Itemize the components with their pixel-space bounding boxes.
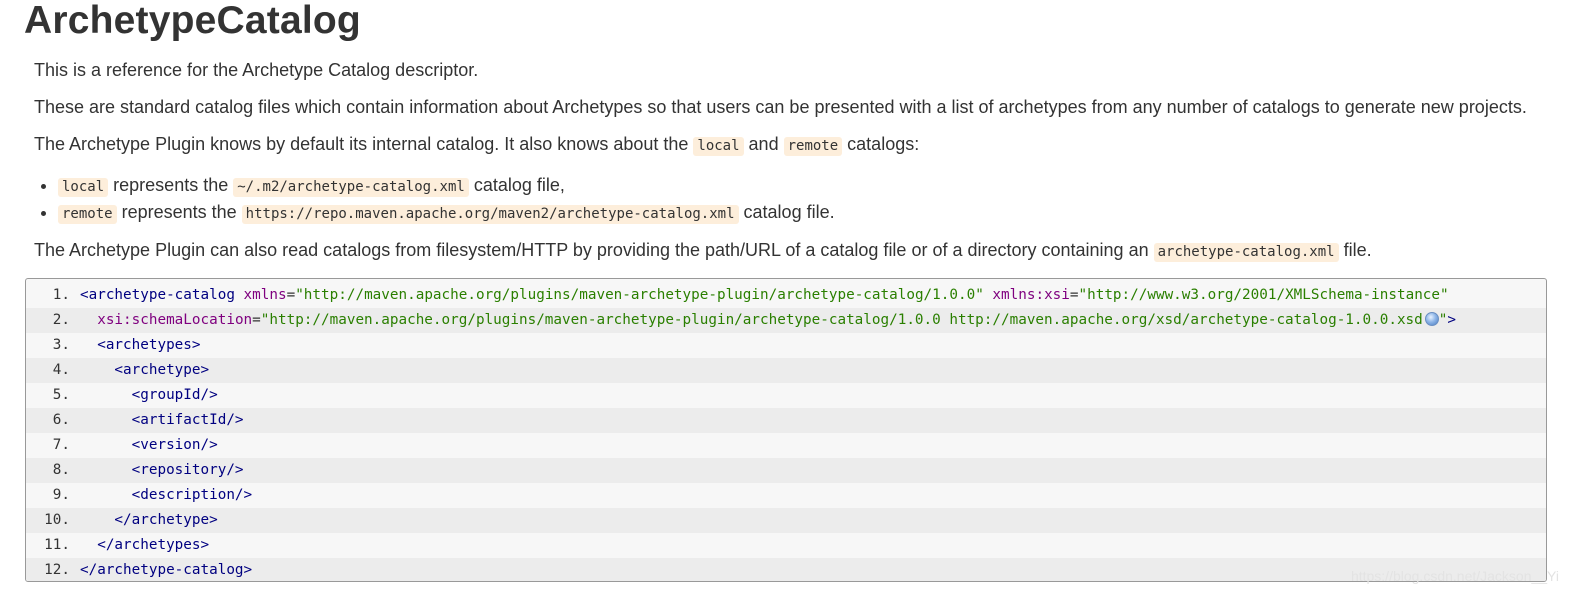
xml-tag: <groupId/> <box>80 387 218 403</box>
globe-icon[interactable] <box>1424 312 1439 326</box>
intro-paragraph-2: These are standard catalog files which c… <box>34 97 1527 117</box>
text: The Archetype Plugin can also read catal… <box>34 240 1154 260</box>
code-line: 12. </archetype-catalog> <box>26 558 1546 581</box>
line-number: 11. <box>44 537 70 553</box>
code-line: 11. </archetypes> <box>26 533 1546 558</box>
xml-tag: <archetype> <box>80 362 210 378</box>
xml-tag-close: > <box>1447 312 1456 328</box>
line-number: 4. <box>52 362 70 378</box>
text: and <box>743 134 784 154</box>
line-number: 12. <box>44 562 70 578</box>
code-line: 9. <description/> <box>26 483 1546 508</box>
inline-code: remote <box>58 205 117 224</box>
xml-tag: </archetype-catalog> <box>80 562 253 578</box>
code-line: 3. <archetypes> <box>26 333 1546 358</box>
inline-code-remote: remote <box>783 137 843 156</box>
code-line: 2. xsi:schemaLocation="http://maven.apac… <box>26 308 1546 333</box>
inline-code-local: local <box>693 137 744 156</box>
intro-paragraph-3: The Archetype Plugin knows by default it… <box>34 134 920 156</box>
list-item: local represents the ~/.m2/archetype-cat… <box>58 172 835 199</box>
watermark: https://blog.csdn.net/Jackson__Yi <box>1350 568 1559 584</box>
code-line: 7. <version/> <box>26 433 1546 458</box>
page-title: ArchetypeCatalog <box>24 0 361 42</box>
paragraph-4: The Archetype Plugin can also read catal… <box>34 240 1372 262</box>
inline-code-url: https://repo.maven.apache.org/maven2/arc… <box>241 205 739 224</box>
line-number: 5. <box>52 387 70 403</box>
inline-code: local <box>58 178 109 197</box>
text: The Archetype Plugin knows by default it… <box>34 134 694 154</box>
line-number: 9. <box>52 487 70 503</box>
code-line: 10. </archetype> <box>26 508 1546 533</box>
intro-paragraph-1: This is a reference for the Archetype Ca… <box>34 60 479 80</box>
xml-attr: xsi:schemaLocation <box>97 312 253 328</box>
code-line: 8. <repository/> <box>26 458 1546 483</box>
xml-value: "http://maven.apache.org/plugins/maven-a… <box>295 287 984 303</box>
text: catalog file, <box>468 175 565 195</box>
xml-tag: <description/> <box>80 487 253 503</box>
xml-tag: <version/> <box>80 437 218 453</box>
code-line: 6. <artifactId/> <box>26 408 1546 433</box>
line-number: 6. <box>52 412 70 428</box>
code-line: 5. <groupId/> <box>26 383 1546 408</box>
xml-value: "http://www.w3.org/2001/XMLSchema-instan… <box>1078 287 1449 303</box>
line-number: 1. <box>52 287 70 303</box>
xml-attr: xmlns:xsi <box>992 287 1070 303</box>
code-line: 4. <archetype> <box>26 358 1546 383</box>
inline-code-path: ~/.m2/archetype-catalog.xml <box>233 178 469 197</box>
list-item: remote represents the https://repo.maven… <box>58 199 835 226</box>
xml-tag: </archetypes> <box>80 537 210 553</box>
text: catalogs: <box>842 134 920 154</box>
text: catalog file. <box>738 202 835 222</box>
text: represents the <box>116 202 242 222</box>
text: represents the <box>108 175 234 195</box>
catalog-list: local represents the ~/.m2/archetype-cat… <box>34 172 835 226</box>
xml-attr: xmlns <box>243 287 287 303</box>
code-lines: 1. <archetype-catalog xmlns="http://maven… <box>26 279 1546 581</box>
line-number: 7. <box>52 437 70 453</box>
xml-tag: <archetypes> <box>80 337 201 353</box>
line-number: 10. <box>44 512 70 528</box>
line-number: 8. <box>52 462 70 478</box>
line-number: 2. <box>52 312 70 328</box>
xml-value[interactable]: "http://maven.apache.org/plugins/maven-a… <box>261 312 1423 328</box>
xml-tag: <archetype-catalog <box>80 287 235 303</box>
xml-tag: <repository/> <box>80 462 244 478</box>
xml-tag: </archetype> <box>80 512 218 528</box>
line-number: 3. <box>52 337 70 353</box>
inline-code-filename: archetype-catalog.xml <box>1153 243 1339 262</box>
code-line: 1. <archetype-catalog xmlns="http://maven… <box>26 283 1546 308</box>
xml-tag: <artifactId/> <box>80 412 244 428</box>
text: file. <box>1338 240 1372 260</box>
code-block: 1. <archetype-catalog xmlns="http://maven… <box>25 278 1547 582</box>
